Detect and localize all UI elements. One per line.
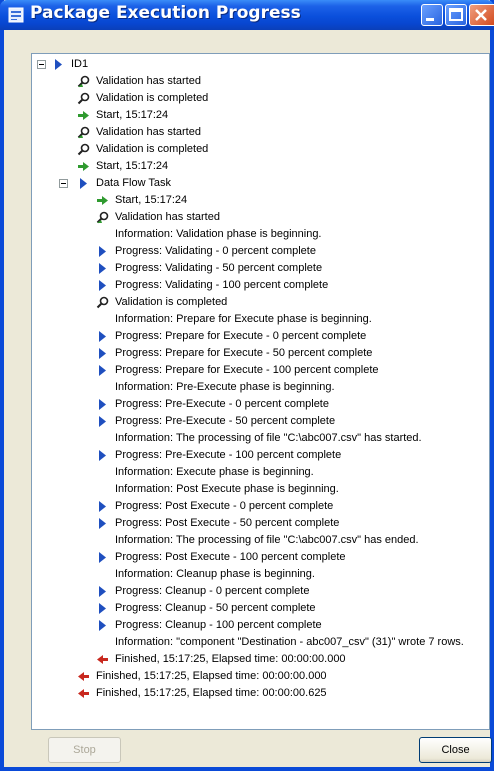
button-bar: Stop Close [24,736,494,766]
tree-row-text: Progress: Post Execute - 50 percent comp… [115,517,340,529]
minimize-icon [426,18,434,21]
tree-row-text: ID1 [71,58,89,70]
validation-complete-icon [77,143,90,156]
tree-row-text: Information: Cleanup phase is beginning. [115,568,315,580]
tree-row-text: Information: Execute phase is beginning. [115,466,314,478]
title-bar[interactable]: Package Execution Progress [0,0,494,30]
finished-arrow-icon [78,689,89,698]
progress-arrow-icon [99,246,106,257]
tree-row-text: Progress: Pre-Execute - 100 percent comp… [115,449,342,461]
progress-arrow-icon [99,331,106,342]
validation-start-icon [77,75,90,88]
execution-progress-tree[interactable]: ID1 Validation has started Validation is c… [31,53,490,730]
tree-row-text: Information: The processing of file "C:\… [115,432,422,444]
tree-row-text: Start, 15:17:24 [96,160,169,172]
stop-button[interactable]: Stop [48,737,121,763]
tree-row-text: Validation has started [96,126,201,138]
maximize-icon [449,8,463,21]
validation-complete-icon [96,296,109,309]
tree-row-text: Validation has started [96,75,201,87]
close-button[interactable]: Close [419,737,492,763]
progress-arrow-icon [99,263,106,274]
tree-row-text: Progress: Cleanup - 100 percent complete [115,619,322,631]
validation-complete-icon [77,92,90,105]
progress-arrow-icon [99,399,106,410]
progress-arrow-icon [99,552,106,563]
tree-row-text: Validation is completed [96,143,209,155]
close-icon [475,9,487,21]
tree-row-text: Progress: Cleanup - 50 percent complete [115,602,316,614]
tree-row-text: Progress: Post Execute - 0 percent compl… [115,500,334,512]
blue-arrow-icon [55,59,62,70]
tree-row-text: Information: "component "Destination - a… [115,636,464,648]
validation-start-icon [77,126,90,139]
tree-row-text: Information: Prepare for Execute phase i… [115,313,372,325]
finished-arrow-icon [97,655,108,664]
tree-row-text: Progress: Pre-Execute - 50 percent compl… [115,415,336,427]
tree-row-text: Start, 15:17:24 [115,194,188,206]
tree-row-text: Validation has started [115,211,220,223]
start-arrow-icon [78,111,89,120]
tree-row-text: Finished, 15:17:25, Elapsed time: 00:00:… [115,653,346,665]
progress-arrow-icon [99,280,106,291]
start-arrow-icon [97,196,108,205]
progress-arrow-icon [99,501,106,512]
progress-arrow-icon [99,518,106,529]
package-icon [8,7,24,23]
blue-arrow-icon [80,178,87,189]
tree-row-text: Progress: Prepare for Execute - 100 perc… [115,364,379,376]
tree-row-text: Progress: Prepare for Execute - 50 perce… [115,347,373,359]
progress-arrow-icon [99,603,106,614]
validation-start-icon [96,211,109,224]
minimize-button[interactable] [421,4,443,26]
tree-row-text: Finished, 15:17:25, Elapsed time: 00:00:… [96,670,327,682]
progress-arrow-icon [99,365,106,376]
progress-arrow-icon [99,586,106,597]
tree-row-text: Information: Pre-Execute phase is beginn… [115,381,335,393]
collapse-expander-icon[interactable] [37,60,46,69]
package-execution-window: Package Execution Progress ID1 Validation… [0,0,494,771]
tree-row-text: Information: Validation phase is beginni… [115,228,322,240]
tree-row-text: Validation is completed [115,296,228,308]
collapse-expander-icon[interactable] [59,179,68,188]
progress-arrow-icon [99,348,106,359]
tree-row-text: Finished, 15:17:25, Elapsed time: 00:00:… [96,687,327,699]
progress-arrow-icon [99,416,106,427]
tree-row-text: Start, 15:17:24 [96,109,169,121]
tree-row-text: Validation is completed [96,92,209,104]
progress-arrow-icon [99,620,106,631]
tree-row-text: Progress: Cleanup - 0 percent complete [115,585,310,597]
start-arrow-icon [78,162,89,171]
tree-row-text: Data Flow Task [96,177,171,189]
tree-row-text: Progress: Validating - 100 percent compl… [115,279,329,291]
tree-row-text: Progress: Validating - 50 percent comple… [115,262,323,274]
window-title: Package Execution Progress [30,3,301,23]
tree-row-text: Progress: Pre-Execute - 0 percent comple… [115,398,329,410]
close-window-button[interactable] [469,4,494,26]
tree-row-text: Information: The processing of file "C:\… [115,534,419,546]
finished-arrow-icon [78,672,89,681]
tree-row-text: Progress: Prepare for Execute - 0 percen… [115,330,367,342]
tree-row-text: Progress: Post Execute - 100 percent com… [115,551,346,563]
tree-row-text: Information: Post Execute phase is begin… [115,483,339,495]
tree-row-text: Progress: Validating - 0 percent complet… [115,245,316,257]
maximize-button[interactable] [445,4,467,26]
progress-arrow-icon [99,450,106,461]
